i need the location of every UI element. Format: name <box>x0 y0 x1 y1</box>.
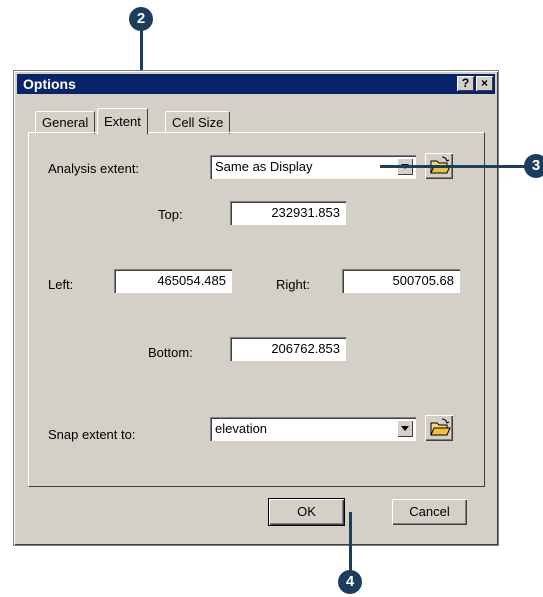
snap-extent-label: Snap extent to: <box>48 427 136 442</box>
analysis-extent-value: Same as Display <box>215 159 313 174</box>
help-button[interactable]: ? <box>457 76 474 91</box>
top-label: Top: <box>158 207 183 222</box>
ok-button[interactable]: OK <box>268 498 345 526</box>
snap-extent-value: elevation <box>215 421 268 436</box>
options-dialog: Options ? × General Extent Cell Size Ana… <box>13 70 499 546</box>
top-field[interactable]: 232931.853 <box>230 201 346 225</box>
tab-extent[interactable]: Extent <box>97 108 148 135</box>
left-field[interactable]: 465054.485 <box>114 269 232 293</box>
chevron-down-icon[interactable] <box>397 420 413 437</box>
snap-browse-folder-button[interactable] <box>425 415 453 441</box>
close-button[interactable]: × <box>476 76 493 91</box>
snap-extent-dropdown[interactable]: elevation <box>210 417 416 441</box>
tab-cell-size[interactable]: Cell Size <box>165 111 231 134</box>
callout-3: 3 <box>524 154 543 178</box>
callout-4-leader <box>349 512 352 574</box>
dialog-title: Options <box>23 76 76 92</box>
title-bar: Options ? × <box>17 74 495 94</box>
left-label: Left: <box>48 277 74 292</box>
bottom-label: Bottom: <box>148 345 193 360</box>
callout-3-leader <box>380 165 528 168</box>
open-folder-icon <box>430 418 451 436</box>
callout-2: 2 <box>129 7 153 31</box>
right-label: Right: <box>276 277 310 292</box>
callout-4: 4 <box>338 570 362 594</box>
tab-general[interactable]: General <box>35 111 96 134</box>
right-field[interactable]: 500705.68 <box>342 269 460 293</box>
bottom-field[interactable]: 206762.853 <box>230 337 346 361</box>
cancel-button[interactable]: Cancel <box>392 499 467 525</box>
analysis-extent-label: Analysis extent: <box>48 161 140 176</box>
